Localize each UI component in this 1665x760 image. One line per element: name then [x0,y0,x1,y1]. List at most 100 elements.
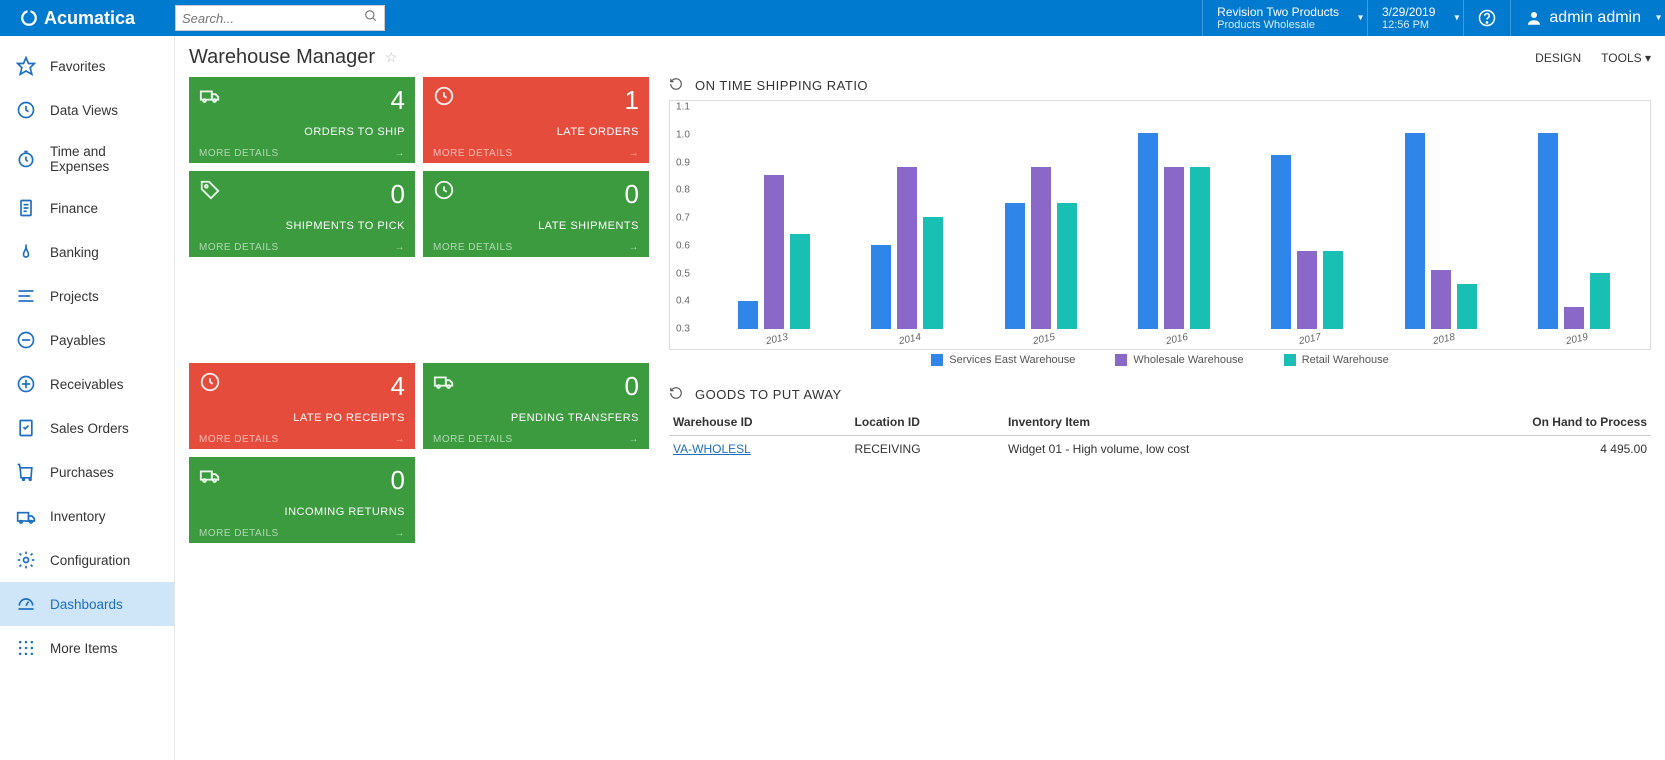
bar [1538,133,1558,329]
kpi-value: 0 [391,465,405,496]
y-tick: 1.1 [676,102,690,113]
y-tick: 0.7 [676,213,690,224]
table-header[interactable]: Inventory Item [1004,409,1397,436]
sidebar-item-configuration[interactable]: Configuration [0,538,174,582]
bar [1005,203,1025,329]
y-tick: 0.8 [676,185,690,196]
bar-group [1538,133,1610,329]
kpi-more-details[interactable]: MORE DETAILS [199,148,279,159]
bar-group [1271,155,1343,329]
legend-swatch [1284,354,1296,366]
kpi-late-orders[interactable]: 1LATE ORDERSMORE DETAILS→ [423,77,649,163]
kpi-shipments-to-pick[interactable]: 0SHIPMENTS TO PICKMORE DETAILS→ [189,171,415,257]
x-tick: 2019 [1565,332,1589,347]
cell-location: RECEIVING [851,436,1004,463]
refresh-icon[interactable] [669,386,683,403]
kpi-value: 0 [625,179,639,210]
bar [1164,167,1184,329]
kpi-label: PENDING TRANSFERS [433,412,639,424]
search-box[interactable] [175,5,385,31]
table-header[interactable]: Warehouse ID [669,409,851,436]
projects-nav-icon [16,286,36,306]
legend-swatch [931,354,943,366]
chevron-down-icon: ▾ [1358,13,1363,24]
sidebar-item-label: Dashboards [50,597,123,612]
sidebar-item-data-views[interactable]: Data Views [0,88,174,132]
kpi-more-details[interactable]: MORE DETAILS [433,242,513,253]
sidebar-item-favorites[interactable]: Favorites [0,44,174,88]
help-button[interactable] [1463,0,1510,36]
favorite-star-icon[interactable]: ☆ [385,49,398,66]
y-tick: 0.3 [676,324,690,335]
arrow-right-icon: → [395,434,406,445]
table-row[interactable]: VA-WHOLESLRECEIVINGWidget 01 - High volu… [669,436,1651,463]
configuration-nav-icon [16,550,36,570]
sidebar-item-projects[interactable]: Projects [0,274,174,318]
table-header[interactable]: Location ID [851,409,1004,436]
kpi-more-details[interactable]: MORE DETAILS [433,148,513,159]
purchases-nav-icon [16,462,36,482]
sidebar-item-banking[interactable]: Banking [0,230,174,274]
legend-item: Wholesale Warehouse [1115,354,1243,366]
kpi-orders-to-ship[interactable]: 4ORDERS TO SHIPMORE DETAILS→ [189,77,415,163]
user-menu[interactable]: admin admin ▾ [1510,0,1665,36]
bar-group [738,175,810,329]
tools-menu[interactable]: TOOLS ▾ [1601,51,1651,65]
banking-nav-icon [16,242,36,262]
bar [764,175,784,329]
kpi-label: INCOMING RETURNS [199,506,405,518]
search-icon[interactable] [364,9,378,28]
kpi-more-details[interactable]: MORE DETAILS [199,528,279,539]
sidebar-item-sales-orders[interactable]: Sales Orders [0,406,174,450]
design-link[interactable]: DESIGN [1535,51,1581,65]
sidebar-item-dashboards[interactable]: Dashboards [0,582,174,626]
sidebar-item-receivables[interactable]: Receivables [0,362,174,406]
page-header: Warehouse Manager ☆ DESIGN TOOLS ▾ [189,46,1651,69]
refresh-icon[interactable] [669,77,683,94]
goods-table: Warehouse IDLocation IDInventory ItemOn … [669,409,1651,462]
finance-nav-icon [16,198,36,218]
bar [923,217,943,329]
kpi-value: 1 [625,85,639,116]
business-sub: Products Wholesale [1217,19,1339,31]
sidebar-item-more-items[interactable]: More Items [0,626,174,670]
y-tick: 0.4 [676,296,690,307]
sidebar-item-label: Projects [50,289,99,304]
kpi-label: LATE SHIPMENTS [433,220,639,232]
main-content: Warehouse Manager ☆ DESIGN TOOLS ▾ 4ORDE… [175,36,1665,760]
kpi-more-details[interactable]: MORE DETAILS [199,242,279,253]
business-date-selector[interactable]: 3/29/2019 12:56 PM ▾ [1367,0,1463,36]
kpi-more-details[interactable]: MORE DETAILS [199,434,279,445]
shipping-ratio-chart: 0.30.40.50.60.70.80.91.01.12013201420152… [669,100,1651,350]
kpi-value: 4 [391,371,405,402]
sidebar-item-time-exp[interactable]: Time and Expenses [0,132,174,186]
kpi-late-po-receipts[interactable]: 4 LATE PO RECEIPTS MORE DETAILS → [189,363,415,449]
kpi-late-shipments[interactable]: 0 LATE SHIPMENTS MORE DETAILS → [423,171,649,257]
sidebar-item-finance[interactable]: Finance [0,186,174,230]
business-account-selector[interactable]: Revision Two Products Products Wholesale… [1202,0,1367,36]
kpi-more-details[interactable]: MORE DETAILS [433,434,513,445]
search-input[interactable] [182,11,364,26]
table-header[interactable]: On Hand to Process [1397,409,1651,436]
payables-nav-icon [16,330,36,350]
kpi-incoming-returns[interactable]: 0 INCOMING RETURNS MORE DETAILS → [189,457,415,543]
bar [1031,167,1051,329]
arrow-right-icon: → [629,434,640,445]
kpi-pending-transfers[interactable]: 0PENDING TRANSFERSMORE DETAILS→ [423,363,649,449]
sidebar-item-purchases[interactable]: Purchases [0,450,174,494]
bar-group [1405,133,1477,329]
x-tick: 2013 [765,332,789,347]
cell-warehouse[interactable]: VA-WHOLESL [669,436,851,463]
kpi-value: 4 [391,85,405,116]
arrow-right-icon: → [629,242,640,253]
bar [1138,133,1158,329]
kpi-label: LATE PO RECEIPTS [199,412,405,424]
sidebar-item-payables[interactable]: Payables [0,318,174,362]
brand-logo[interactable]: Acumatica [0,8,175,29]
brand-icon [20,9,38,27]
brand-name: Acumatica [44,8,135,29]
sidebar-item-inventory[interactable]: Inventory [0,494,174,538]
sidebar-item-label: Purchases [50,465,114,480]
x-tick: 2016 [1165,332,1189,347]
arrow-right-icon: → [395,528,406,539]
